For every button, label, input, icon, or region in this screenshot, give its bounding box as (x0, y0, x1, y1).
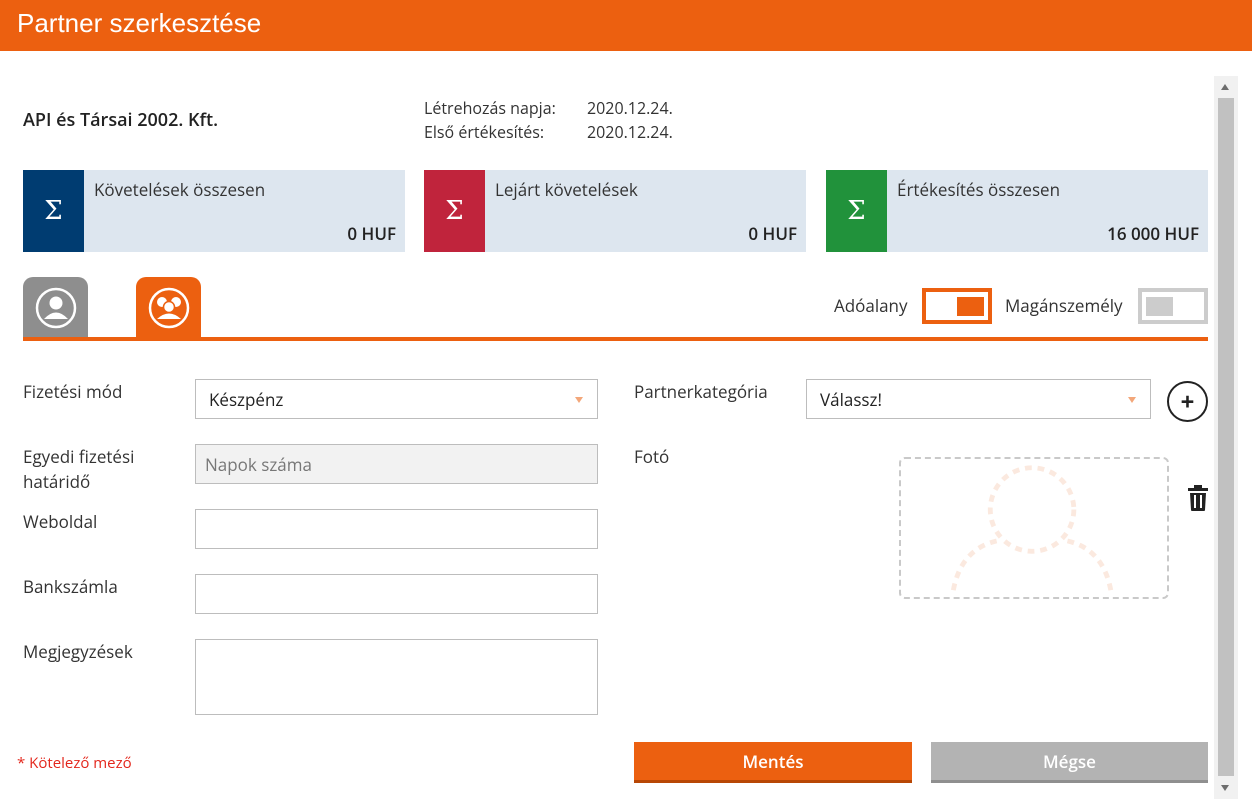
scroll-down-arrow-icon[interactable] (1221, 785, 1229, 791)
add-category-button[interactable]: + (1167, 381, 1208, 422)
custom-due-placeholder: Napok száma (205, 453, 312, 476)
chevron-down-icon (575, 397, 583, 403)
created-date-label: Létrehozás napja: (424, 97, 556, 119)
summary-card-label: Követelések összesen (94, 178, 266, 201)
scrollbar-thumb[interactable] (1218, 98, 1234, 776)
plus-icon: + (1180, 384, 1195, 418)
vertical-scrollbar[interactable] (1214, 76, 1238, 799)
photo-label: Fotó (634, 445, 670, 468)
trash-icon[interactable] (1186, 484, 1210, 512)
custom-due-field[interactable]: Napok száma (195, 444, 598, 484)
partner-dates: Létrehozás napja: 2020.12.24. Első érték… (424, 96, 673, 144)
taxpayer-toggle[interactable] (922, 288, 992, 324)
summary-card-overdue: Σ Lejárt követelések 0 HUF (424, 170, 806, 252)
save-button[interactable]: Mentés (634, 742, 912, 783)
summary-card-sales: Σ Értékesítés összesen 16 000 HUF (826, 170, 1208, 252)
tab-person[interactable] (23, 277, 88, 338)
private-person-toggle[interactable] (1138, 288, 1208, 324)
single-user-icon (35, 287, 76, 328)
summary-card-value: 16 000 HUF (1107, 222, 1199, 245)
chevron-down-icon (1128, 397, 1136, 403)
payment-method-value: Készpénz (209, 388, 284, 411)
cancel-button[interactable]: Mégse (931, 742, 1208, 783)
summary-card-label: Értékesítés összesen (897, 178, 1061, 201)
notes-textarea[interactable] (195, 639, 598, 715)
created-date-value: 2020.12.24. (587, 97, 673, 119)
user-group-icon (148, 287, 189, 328)
website-field[interactable] (195, 509, 598, 549)
first-sale-value: 2020.12.24. (587, 121, 673, 143)
summary-card-value: 0 HUF (347, 222, 396, 245)
bank-account-label: Bankszámla (23, 575, 118, 598)
sigma-icon: Σ (23, 170, 84, 252)
website-label: Weboldal (23, 510, 98, 533)
toggle-knob (1146, 297, 1173, 316)
summary-card-label: Lejárt követelések (495, 178, 638, 201)
window-title: Partner szerkesztése (17, 8, 262, 38)
notes-label: Megjegyzések (23, 640, 133, 663)
tab-company[interactable] (136, 277, 201, 338)
company-name: API és Társai 2002. Kft. (23, 108, 219, 132)
payment-method-select[interactable]: Készpénz (195, 379, 598, 419)
scroll-up-arrow-icon[interactable] (1221, 84, 1229, 90)
partner-category-label: Partnerkategória (634, 380, 768, 403)
first-sale-label: Első értékesítés: (424, 121, 545, 143)
required-field-note: * Kötelező mező (17, 753, 132, 773)
custom-due-label: Egyedi fizetési határidő (23, 445, 135, 493)
toggle-knob (957, 297, 984, 316)
summary-card-receivables: Σ Követelések összesen 0 HUF (23, 170, 405, 252)
title-bar: Partner szerkesztése (0, 0, 1252, 51)
sigma-icon: Σ (826, 170, 887, 252)
private-person-toggle-label: Magánszemély (1005, 294, 1123, 317)
taxpayer-toggle-label: Adóalany (834, 294, 908, 317)
partner-category-value: Válassz! (820, 388, 882, 411)
photo-dropzone[interactable] (899, 457, 1169, 599)
tab-underline (23, 337, 1208, 341)
payment-method-label: Fizetési mód (23, 380, 123, 403)
summary-card-value: 0 HUF (748, 222, 797, 245)
partner-category-select[interactable]: Válassz! (806, 379, 1151, 419)
user-placeholder-icon (950, 465, 1114, 591)
sigma-icon: Σ (424, 170, 485, 252)
bank-account-field[interactable] (195, 574, 598, 614)
